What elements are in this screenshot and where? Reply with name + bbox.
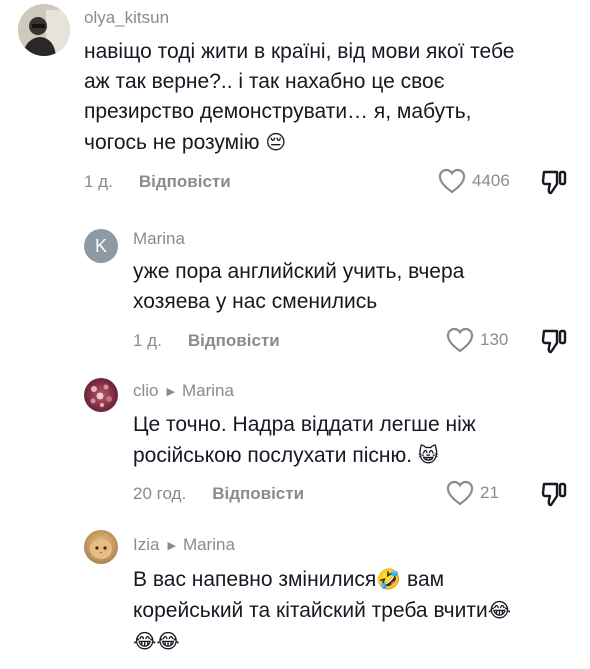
username[interactable]: Izia ▶ Marina xyxy=(133,535,235,555)
comment-text: уже пора английский учить, вчера хозяева… xyxy=(133,257,464,317)
comment-meta: 20 год. Відповісти xyxy=(133,484,304,504)
comment-text: навіщо тоді жити в країні, від мови якої… xyxy=(84,37,514,158)
text-line: презирство демонструвати… я, мабуть, xyxy=(84,100,472,123)
avatar[interactable] xyxy=(84,378,118,412)
avatar[interactable] xyxy=(18,4,70,56)
text-line: Це точно. Надра віддати легше ніж xyxy=(133,413,476,436)
heart-icon[interactable] xyxy=(446,327,474,353)
comment-text: В вас напевно змінилися🤣 вам корейський … xyxy=(133,564,511,657)
text-line-tail: вам xyxy=(401,568,445,591)
cat-photo-icon xyxy=(90,534,112,559)
heart-icon[interactable] xyxy=(446,480,474,506)
avatar[interactable] xyxy=(84,530,118,564)
rofl-emoji-icon: 🤣 xyxy=(376,567,402,591)
like-count: 130 xyxy=(480,330,509,349)
username[interactable]: Marina xyxy=(133,229,185,249)
text-line: російською послухати пісню. xyxy=(133,444,413,467)
text-line: уже пора английский учить, вчера xyxy=(133,260,465,283)
cat-emoji-icon: 😸 xyxy=(417,443,439,467)
avatar-pattern-icon xyxy=(90,384,112,407)
comment-text: Це точно. Надра віддати легше ніж російс… xyxy=(133,410,476,471)
timestamp: 20 год. xyxy=(133,484,187,503)
reply-button[interactable]: Відповісти xyxy=(139,172,231,192)
avatar[interactable]: K xyxy=(84,229,118,263)
timestamp: 1 д. xyxy=(84,172,113,191)
like-count: 21 xyxy=(480,483,499,502)
timestamp: 1 д. xyxy=(133,331,162,350)
dislike-icon[interactable] xyxy=(540,327,568,355)
dislike-icon[interactable] xyxy=(540,168,568,196)
tears-of-joy-emoji-icon: 😂😂 xyxy=(133,629,180,653)
reply-button[interactable]: Відповісти xyxy=(188,331,280,351)
avatar-letter: K xyxy=(94,235,107,256)
username[interactable]: clio ▶ Marina xyxy=(133,381,234,401)
reply-arrow-icon: ▶ xyxy=(167,539,176,552)
username[interactable]: olya_kitsun xyxy=(84,8,169,28)
username-link[interactable]: Izia xyxy=(133,535,159,555)
username-link[interactable]: olya_kitsun xyxy=(84,8,169,28)
reply-to-username[interactable]: Marina xyxy=(182,381,234,401)
dislike-icon[interactable] xyxy=(540,480,568,508)
comment-meta: 1 д. Відповісти xyxy=(84,172,231,192)
pensive-emoji-icon: 😔 xyxy=(265,130,287,154)
reply-button[interactable]: Відповісти xyxy=(212,484,304,504)
text-line: навіщо тоді жити в країні, від мови якої… xyxy=(84,40,515,63)
tears-of-joy-emoji-icon: 😂 xyxy=(487,598,512,622)
username-link[interactable]: Marina xyxy=(133,229,185,249)
text-line: В вас напевно змінилися xyxy=(133,568,377,591)
comment-meta: 1 д. Відповісти xyxy=(133,331,280,351)
avatar-photo-icon xyxy=(18,4,70,56)
username-link[interactable]: clio xyxy=(133,381,159,401)
reply-arrow-icon: ▶ xyxy=(166,385,175,398)
like-count: 4406 xyxy=(472,171,510,190)
text-line: хозяева у нас сменились xyxy=(133,290,378,313)
heart-icon[interactable] xyxy=(438,168,466,194)
reply-to-username[interactable]: Marina xyxy=(183,535,235,555)
text-line: чогось не розумію xyxy=(84,131,260,154)
text-line: корейський та кітайский треба вчити xyxy=(133,599,488,622)
like-button[interactable]: 4406 xyxy=(438,168,510,194)
like-button[interactable]: 21 xyxy=(446,480,499,506)
text-line: аж так верне?.. і так нахабно це своє xyxy=(84,70,445,93)
like-button[interactable]: 130 xyxy=(446,327,508,353)
